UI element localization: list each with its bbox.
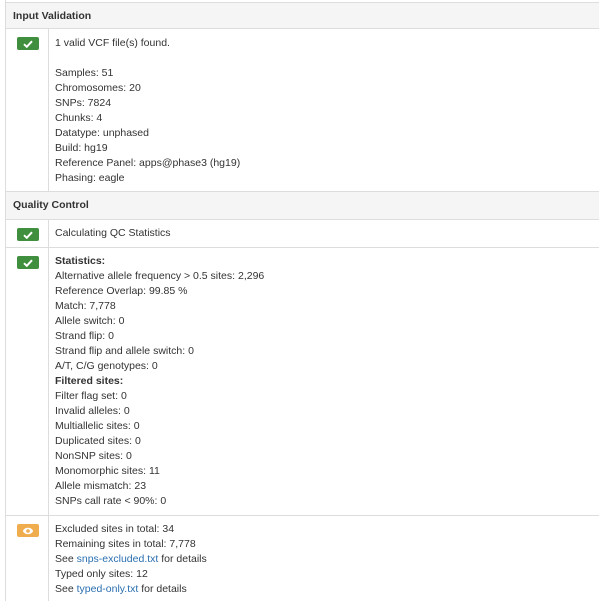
stat-line: A/T, C/G genotypes: 0 <box>55 360 158 372</box>
stat-line: Match: 7,778 <box>55 300 116 312</box>
filtered-line: SNPs call rate < 90%: 0 <box>55 495 167 507</box>
samples-text: Samples: 51 <box>55 67 114 79</box>
typed-only-sites-text: Typed only sites: 12 <box>55 568 148 580</box>
check-icon <box>17 37 39 50</box>
stat-line: Strand flip: 0 <box>55 330 114 342</box>
filtered-line: Allele mismatch: 23 <box>55 480 147 492</box>
details-suffix: for details <box>158 553 207 565</box>
statistics-title: Statistics: <box>55 255 106 267</box>
vcf-found-text: 1 valid VCF file(s) found. <box>55 37 170 49</box>
check-icon <box>17 256 39 269</box>
check-icon <box>17 228 39 241</box>
input-validation-header: Input Validation <box>6 2 599 29</box>
see-prefix: See <box>55 583 77 595</box>
snps-text: SNPs: 7824 <box>55 97 112 109</box>
job-log-panel: Input Validation 1 valid VCF file(s) fou… <box>5 0 599 601</box>
quality-control-header: Quality Control <box>6 192 599 220</box>
see-prefix: See <box>55 553 77 565</box>
typed-only-line: See typed-only.txt for details <box>55 583 187 595</box>
filtered-line: NonSNP sites: 0 <box>55 450 132 462</box>
phasing-text: Phasing: eagle <box>55 172 125 184</box>
status-cell <box>6 29 49 191</box>
status-cell <box>6 248 49 515</box>
calculating-qc-text: Calculating QC Statistics <box>55 227 171 239</box>
filtered-line: Duplicated sites: 0 <box>55 435 141 447</box>
excluded-sites-text: Excluded sites in total: 34 <box>55 523 175 535</box>
filtered-line: Filter flag set: 0 <box>55 390 127 402</box>
status-cell <box>6 516 49 601</box>
qc-statistics-row: Statistics: Alternative allele frequency… <box>6 248 599 516</box>
filtered-line: Multiallelic sites: 0 <box>55 420 140 432</box>
stat-line: Reference Overlap: 99.85 % <box>55 285 188 297</box>
build-text: Build: hg19 <box>55 142 108 154</box>
stat-line: Allele switch: 0 <box>55 315 125 327</box>
chunks-text: Chunks: 4 <box>55 112 103 124</box>
filtered-line: Monomorphic sites: 11 <box>55 465 160 477</box>
filtered-line: Invalid alleles: 0 <box>55 405 130 417</box>
input-validation-row: 1 valid VCF file(s) found. Samples: 51 C… <box>6 29 599 192</box>
filtered-sites-title: Filtered sites: <box>55 375 124 387</box>
eye-icon <box>17 524 39 537</box>
datatype-text: Datatype: unphased <box>55 127 149 139</box>
details-suffix: for details <box>138 583 187 595</box>
qc-calc-row: Calculating QC Statistics <box>6 220 599 248</box>
reference-panel-text: Reference Panel: apps@phase3 (hg19) <box>55 157 241 169</box>
remaining-sites-text: Remaining sites in total: 7,778 <box>55 538 196 550</box>
stat-line: Alternative allele frequency > 0.5 sites… <box>55 270 265 282</box>
qc-summary-row: Excluded sites in total: 34 Remaining si… <box>6 516 599 601</box>
snps-excluded-link[interactable]: snps-excluded.txt <box>77 553 159 565</box>
snps-excluded-line: See snps-excluded.txt for details <box>55 553 207 565</box>
status-cell <box>6 220 49 247</box>
chromosomes-text: Chromosomes: 20 <box>55 82 141 94</box>
typed-only-link[interactable]: typed-only.txt <box>77 583 139 595</box>
stat-line: Strand flip and allele switch: 0 <box>55 345 194 357</box>
